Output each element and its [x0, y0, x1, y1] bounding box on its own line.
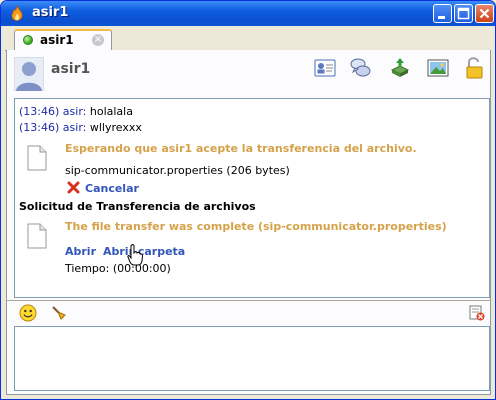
- online-status-icon: [23, 35, 33, 45]
- conversation-area[interactable]: (13:46) asir: holalala (13:46) asir: wll…: [14, 98, 490, 298]
- tab-label: asir1: [40, 33, 74, 47]
- open-folder-link[interactable]: Abrir carpeta: [103, 245, 185, 258]
- avatar: [14, 57, 44, 91]
- tab-bar: asir1 ×: [5, 26, 491, 51]
- cancel-link[interactable]: Cancelar: [85, 182, 139, 195]
- flame-icon: [11, 5, 23, 21]
- transfer-request-heading: Solicitud de Transferencia de archivos: [19, 200, 256, 213]
- maximize-button[interactable]: [454, 4, 473, 23]
- cancel-icon[interactable]: [67, 181, 80, 194]
- lock-icon[interactable]: [463, 56, 487, 80]
- file-icon: [27, 145, 47, 171]
- clear-history-icon[interactable]: [468, 304, 486, 322]
- minimize-icon: [438, 16, 445, 19]
- image-icon[interactable]: [426, 56, 450, 80]
- close-icon: [479, 8, 490, 19]
- send-file-icon[interactable]: [388, 56, 412, 80]
- open-file-link[interactable]: Abrir: [65, 245, 96, 258]
- title-bar[interactable]: asir1: [1, 1, 495, 26]
- brush-icon[interactable]: [50, 304, 68, 322]
- tab-close-icon[interactable]: ×: [92, 34, 104, 46]
- window-title: asir1: [32, 5, 69, 20]
- smiley-icon[interactable]: [19, 304, 37, 322]
- minimize-button[interactable]: [433, 4, 452, 23]
- chat-message: (13:46) asir: wllyrexxx: [19, 121, 142, 134]
- hand-cursor-icon: [127, 244, 143, 266]
- transfer-complete-status: The file transfer was complete (sip-comm…: [65, 220, 447, 233]
- message-input[interactable]: [14, 326, 490, 391]
- maximize-icon: [457, 7, 470, 20]
- divider: [6, 300, 490, 301]
- file-icon: [27, 223, 47, 249]
- close-button[interactable]: [475, 4, 494, 23]
- contact-name: asir1: [51, 61, 91, 77]
- chat-message: (13:46) asir: holalala: [19, 105, 133, 118]
- tab-asir1[interactable]: asir1 ×: [14, 29, 112, 51]
- transfer-time: Tiempo: (00:00:00): [65, 262, 171, 275]
- file-name: sip-communicator.properties (206 bytes): [65, 164, 290, 177]
- contact-card-icon[interactable]: [313, 56, 337, 80]
- chat-bubbles-icon[interactable]: [349, 56, 373, 80]
- transfer-status: Esperando que asir1 acepte la transferen…: [65, 142, 417, 155]
- chat-window: asir1 asir1 × asir1 (13:46) asir: holala…: [0, 0, 496, 400]
